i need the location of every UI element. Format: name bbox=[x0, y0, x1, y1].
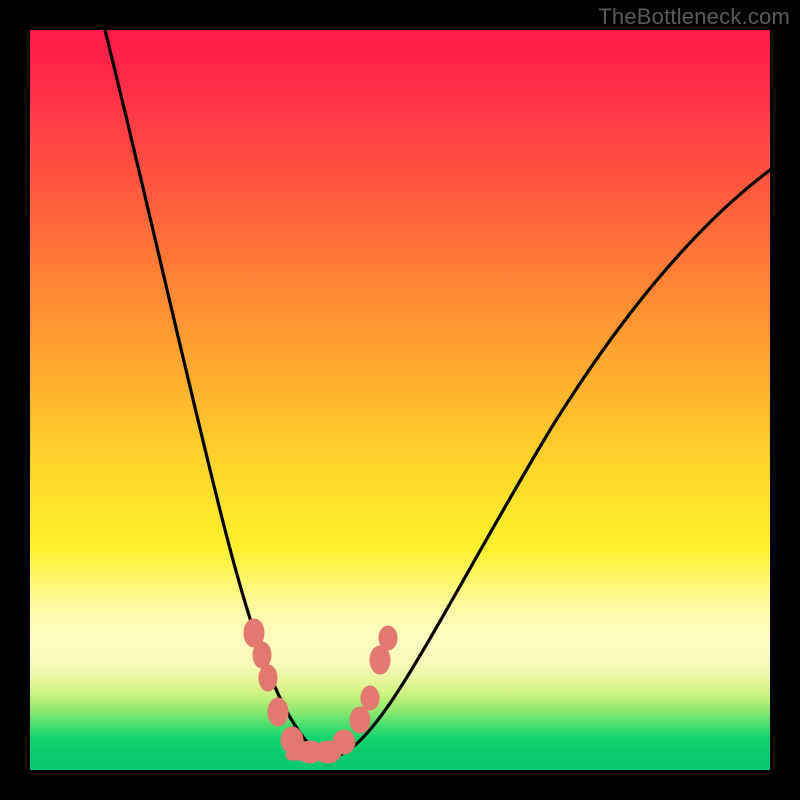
chart-frame: TheBottleneck.com bbox=[0, 0, 800, 800]
curve-path bbox=[105, 30, 770, 756]
chart-plot-area bbox=[30, 30, 770, 770]
curve-markers bbox=[244, 619, 397, 763]
bottleneck-curve bbox=[30, 30, 770, 770]
credit-label: TheBottleneck.com bbox=[598, 4, 790, 30]
